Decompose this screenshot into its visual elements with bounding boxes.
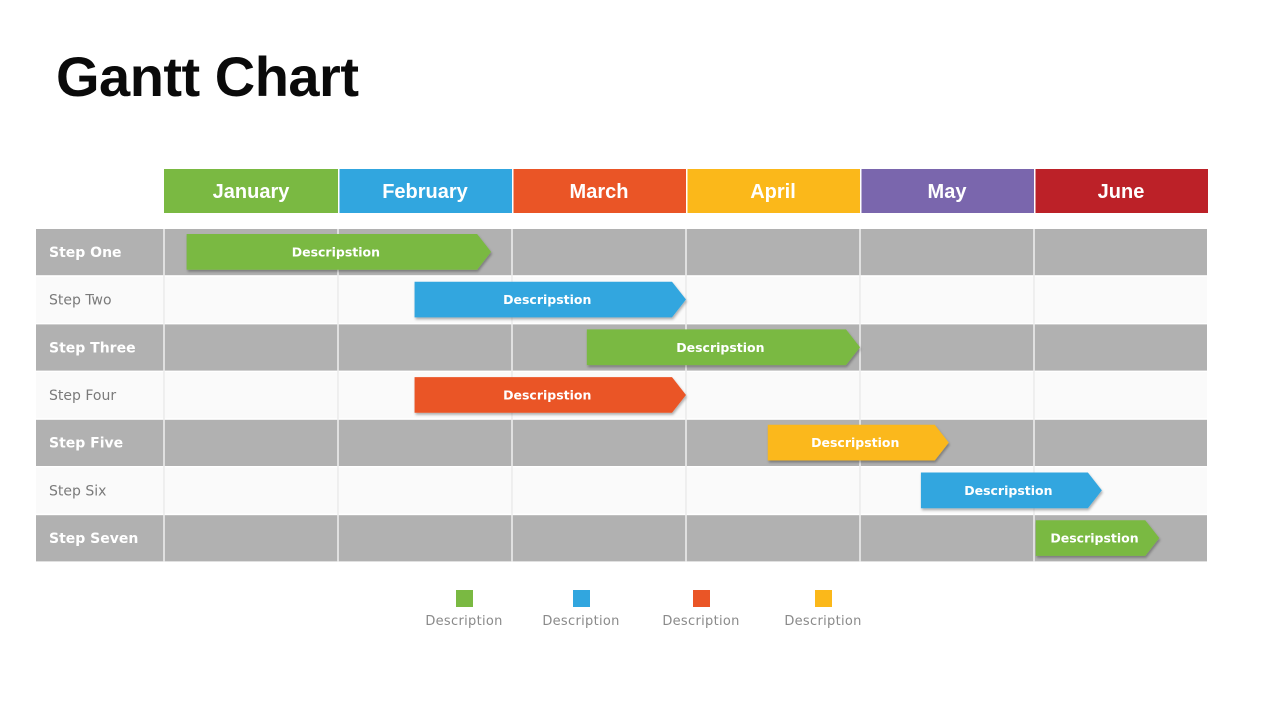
legend-label: Description xyxy=(784,614,862,629)
legend-item: Description xyxy=(778,590,868,629)
legend-swatch xyxy=(455,590,473,607)
task-bar: Descripstion xyxy=(767,424,949,461)
task-bar: Descripstion xyxy=(586,329,860,366)
row-label: Step Six xyxy=(49,483,106,499)
task-bar-label: Descripstion xyxy=(503,387,591,402)
month-label: January xyxy=(213,181,291,203)
legend-swatch xyxy=(692,590,710,607)
task-bar: Descripstion xyxy=(414,377,686,413)
task-bar-label: Descripstion xyxy=(964,483,1052,498)
task-bar-label: Descripstion xyxy=(503,292,591,307)
month-label: February xyxy=(382,181,468,203)
legend-swatch xyxy=(572,590,590,607)
legend-label: Description xyxy=(425,614,503,629)
month-label: June xyxy=(1098,181,1145,203)
row-label: Step Five xyxy=(49,436,123,452)
legend-item: Description xyxy=(419,590,509,629)
legend-label: Description xyxy=(662,614,740,629)
row-label: Step Two xyxy=(49,293,112,309)
month-label: May xyxy=(928,181,968,203)
task-bar: Descripstion xyxy=(1035,520,1160,556)
legend-item: Description xyxy=(536,590,626,629)
table-row xyxy=(36,515,1207,562)
row-label: Step Seven xyxy=(49,531,138,547)
legend-swatch xyxy=(814,590,832,607)
legend-label: Description xyxy=(542,614,620,629)
month-header: January February March April May June xyxy=(164,169,1208,213)
table-row xyxy=(36,419,1207,466)
task-bar-label: Descripstion xyxy=(676,340,764,355)
month-label: March xyxy=(570,181,629,203)
row-label: Step Four xyxy=(49,388,116,404)
task-bar-label: Descripstion xyxy=(292,244,380,259)
month-label: April xyxy=(750,181,796,203)
row-label: Step One xyxy=(49,245,122,261)
task-bar: Descripstion xyxy=(414,281,686,318)
task-bar: Descripstion xyxy=(920,472,1102,509)
task-bar-label: Descripstion xyxy=(1050,531,1138,546)
legend: Description Description Description Descrip… xyxy=(0,590,1280,640)
legend-item: Description xyxy=(656,590,746,629)
task-bar-label: Descripstion xyxy=(811,435,899,450)
task-bar: Descripstion xyxy=(186,234,492,270)
row-label: Step Three xyxy=(49,340,136,356)
